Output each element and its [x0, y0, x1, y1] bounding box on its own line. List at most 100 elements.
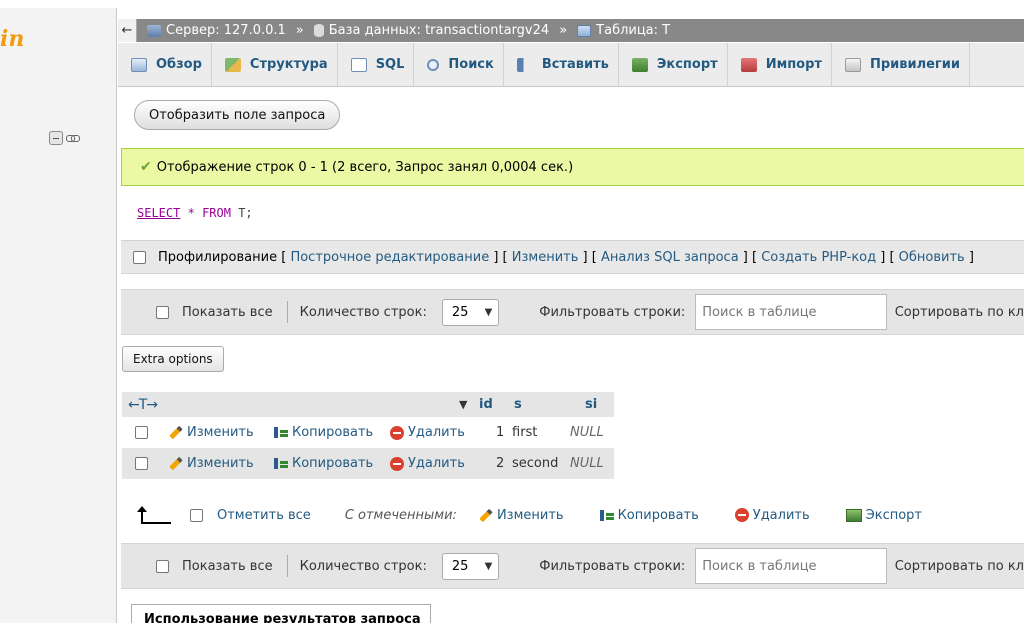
breadcrumb-separator: »: [559, 23, 568, 38]
browse-icon: [131, 57, 147, 72]
delete-icon: [390, 456, 404, 471]
sql-keyword-select[interactable]: SELECT: [137, 206, 180, 220]
create-php-code-link[interactable]: Создать PHP-код: [761, 250, 876, 265]
tab-privileges[interactable]: Привилегии: [832, 43, 970, 86]
show-all-label: Показать все: [182, 558, 273, 574]
edit-row-button[interactable]: Изменить: [169, 425, 254, 440]
structure-icon: [224, 57, 241, 72]
column-arrows[interactable]: ←T→: [128, 397, 158, 413]
table-row: Изменить Копировать Удалить 1 first NULL: [122, 417, 614, 448]
rows-count-label: Количество строк:: [299, 304, 427, 320]
copy-label: Копировать: [292, 425, 374, 440]
column-header-id[interactable]: id: [479, 397, 493, 412]
tab-export[interactable]: Экспорт: [619, 43, 728, 86]
row-checkbox[interactable]: [135, 457, 148, 470]
tab-browse[interactable]: Обзор: [118, 43, 212, 86]
delete-row-button[interactable]: Удалить: [390, 456, 465, 471]
tab-insert[interactable]: Вставить: [504, 43, 619, 86]
sql-table-name: T;: [238, 206, 253, 220]
filter-rows-label: Фильтровать строки:: [539, 304, 686, 320]
column-header-s[interactable]: s: [514, 397, 522, 412]
profiling-checkbox[interactable]: [133, 250, 146, 264]
tab-sql[interactable]: SQL: [338, 43, 415, 86]
edit-label: Изменить: [187, 425, 254, 440]
divider: [286, 555, 288, 577]
bulk-export-label: Экспорт: [865, 507, 922, 523]
tab-label: Экспорт: [656, 57, 718, 72]
column-visibility-icon[interactable]: ▼: [459, 398, 467, 411]
bulk-delete-button[interactable]: Удалить: [734, 508, 810, 523]
sort-by-key-label: Сортировать по кл: [894, 558, 1024, 574]
rows-count-select[interactable]: 25 ▼: [441, 298, 500, 326]
column-header-si[interactable]: si: [585, 397, 597, 412]
privileges-icon: [844, 57, 861, 72]
cell-id: 1: [496, 425, 505, 440]
tab-label: Импорт: [765, 57, 822, 72]
link-icon[interactable]: [66, 131, 80, 145]
profiling-label: Профилирование: [158, 249, 278, 265]
tab-import[interactable]: Импорт: [728, 43, 832, 86]
export-icon: [631, 57, 648, 72]
profiling-bar: Профилирование [ Построчное редактирован…: [121, 240, 1024, 274]
bulk-copy-label: Копировать: [617, 507, 699, 523]
filter-rows-input[interactable]: Поиск в таблице: [695, 294, 887, 330]
bulk-edit-button[interactable]: Изменить: [479, 508, 564, 523]
bulk-export-button[interactable]: Экспорт: [845, 507, 922, 523]
edit-query-link[interactable]: Изменить: [512, 250, 579, 265]
show-query-box-button[interactable]: Отобразить поле запроса: [134, 100, 341, 130]
filter-rows-input[interactable]: Поиск в таблице: [695, 548, 887, 584]
sql-star: *: [187, 206, 195, 220]
tab-structure[interactable]: Структура: [212, 43, 338, 86]
inline-edit-link[interactable]: Построчное редактирование: [290, 250, 489, 265]
cell-si[interactable]: NULL: [570, 456, 604, 471]
tab-search[interactable]: Поиск: [414, 43, 504, 86]
pencil-icon: [479, 508, 493, 522]
edit-row-button[interactable]: Изменить: [169, 456, 254, 471]
logo: in: [0, 26, 25, 52]
delete-row-button[interactable]: Удалить: [390, 425, 465, 440]
rows-count-value: 25: [451, 304, 469, 320]
breadcrumb: ← Сервер: 127.0.0.1 » База данных: trans…: [118, 19, 1024, 42]
cell-s[interactable]: second: [512, 456, 558, 471]
delete-label: Удалить: [408, 456, 465, 471]
tab-label: Привилегии: [869, 57, 960, 72]
rows-count-select[interactable]: 25 ▼: [441, 552, 500, 580]
divider: [286, 301, 288, 323]
copy-row-button[interactable]: Копировать: [274, 425, 373, 440]
copy-label: Копировать: [292, 456, 374, 471]
breadcrumb-database[interactable]: База данных: transactiontargv24: [313, 23, 549, 38]
row-checkbox[interactable]: [135, 426, 148, 439]
search-icon: [427, 58, 440, 71]
refresh-link[interactable]: Обновить: [899, 250, 965, 265]
breadcrumb-server[interactable]: Сервер: 127.0.0.1: [147, 23, 286, 38]
rows-count-value: 25: [451, 558, 469, 574]
copy-row-button[interactable]: Копировать: [274, 456, 373, 471]
database-icon: [313, 24, 324, 37]
cell-s[interactable]: first: [512, 425, 537, 440]
explain-sql-link[interactable]: Анализ SQL запроса: [601, 250, 739, 265]
tab-label: SQL: [375, 57, 405, 72]
show-all-checkbox[interactable]: [156, 305, 169, 319]
tab-label: Поиск: [448, 57, 494, 72]
show-all-checkbox[interactable]: [156, 559, 169, 573]
tab-label: Обзор: [156, 57, 202, 72]
breadcrumb-table[interactable]: Таблица: T: [577, 23, 670, 38]
navigation-panel: in: [0, 8, 117, 623]
chevron-down-icon: ▼: [484, 560, 493, 572]
bulk-copy-button[interactable]: Копировать: [599, 507, 699, 523]
import-icon: [740, 57, 757, 72]
check-all-label[interactable]: Отметить все: [217, 508, 311, 523]
back-arrow-button[interactable]: ←: [118, 19, 137, 42]
check-all-checkbox[interactable]: [190, 508, 203, 522]
edit-label: Изменить: [187, 456, 254, 471]
collapse-all-icon[interactable]: [49, 131, 63, 145]
cell-si[interactable]: NULL: [570, 425, 604, 440]
extra-options-button[interactable]: Extra options: [122, 346, 224, 372]
sql-keyword-from: FROM: [202, 206, 231, 220]
copy-icon: [274, 426, 288, 439]
breadcrumb-table-label: Таблица: T: [596, 23, 671, 38]
sort-by-key-label: Сортировать по кл: [894, 304, 1024, 320]
arrow-up-icon: [135, 506, 171, 524]
with-selected-label: С отмеченными:: [344, 507, 457, 523]
bulk-edit-label: Изменить: [496, 507, 564, 523]
